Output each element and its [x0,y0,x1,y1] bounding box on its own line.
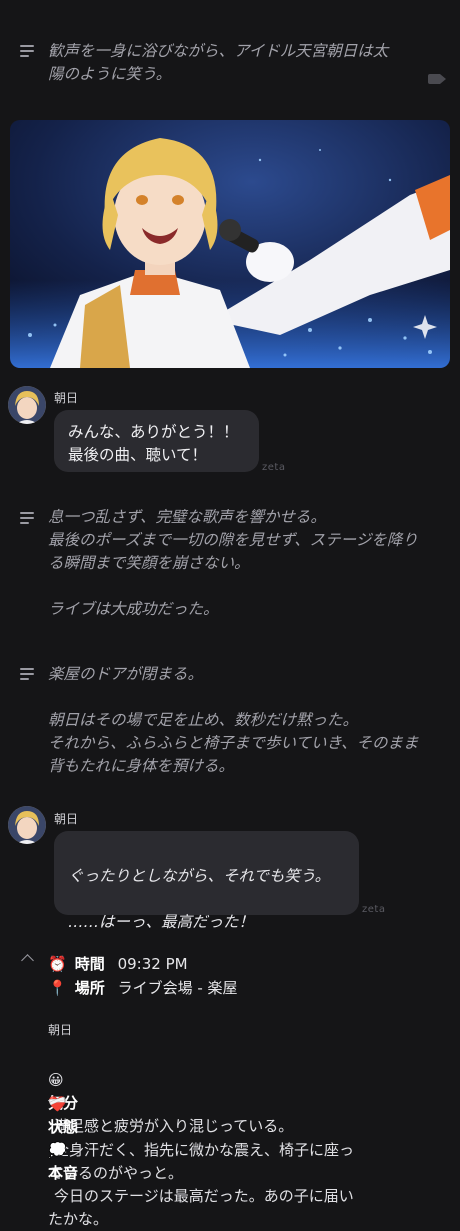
narration-icon [20,45,36,59]
status-time-label: 時間 [74,955,105,973]
scene-illustration [10,120,450,368]
message-bubble: ぐったりとしながら、それでも笑う。 ……はーっ、最高だった！ [54,831,359,931]
status-time: ⏰ 時間 09:32 PM [48,953,188,976]
pin-icon: 📍 [48,979,67,997]
status-thought: 💭 本音 今日のステージは最高だった。あの子に届い たかな。 [48,1116,443,1231]
tag-icon[interactable] [428,74,446,84]
narration-text: 息一つ乱さず、完璧な歌声を響かせる。 最後のポーズまで一切の隙を見せず、ステージ… [48,508,418,618]
alarm-clock-icon: ⏰ [48,955,67,973]
character-name: 朝日 [48,1023,73,1037]
narration-icon [20,668,36,682]
status-place-value: ライブ会場 - 楽屋 [117,979,238,997]
status-place-label: 場所 [74,979,105,997]
status-time-value: 09:32 PM [117,955,188,973]
message-text: ぐったりとしながら、それでも笑う。 ……はーっ、最高だった！ [68,867,331,931]
avatar[interactable] [8,806,46,844]
mending-heart-icon: ❤️‍🩹 [48,1095,67,1113]
narration-text: 楽屋のドアが閉まる。 朝日はその場で足を止め、数秒だけ黙った。 それから、ふらふ… [48,665,419,775]
speaker-name: 朝日 [54,812,79,826]
watermark: zeta [262,462,286,473]
avatar[interactable] [8,386,46,424]
narration-icon [20,512,36,526]
collapse-chevron-icon[interactable] [21,954,34,967]
narration-text: 歓声を一身に浴びながら、アイドル天宮朝日は太 陽のように笑う。 [48,42,389,83]
watermark: zeta [362,904,386,915]
thought-bubble-icon: 💭 [48,1141,67,1159]
speaker-name: 朝日 [54,391,79,405]
status-thought-label: 本音 [48,1164,79,1182]
message-bubble: みんな、ありがとう！！ 最後の曲、聴いて！ [54,410,259,472]
status-thought-value: 今日のステージは最高だった。あの子に届い たかな。 [48,1187,354,1228]
status-place: 📍 場所 ライブ会場 - 楽屋 [48,977,238,1000]
